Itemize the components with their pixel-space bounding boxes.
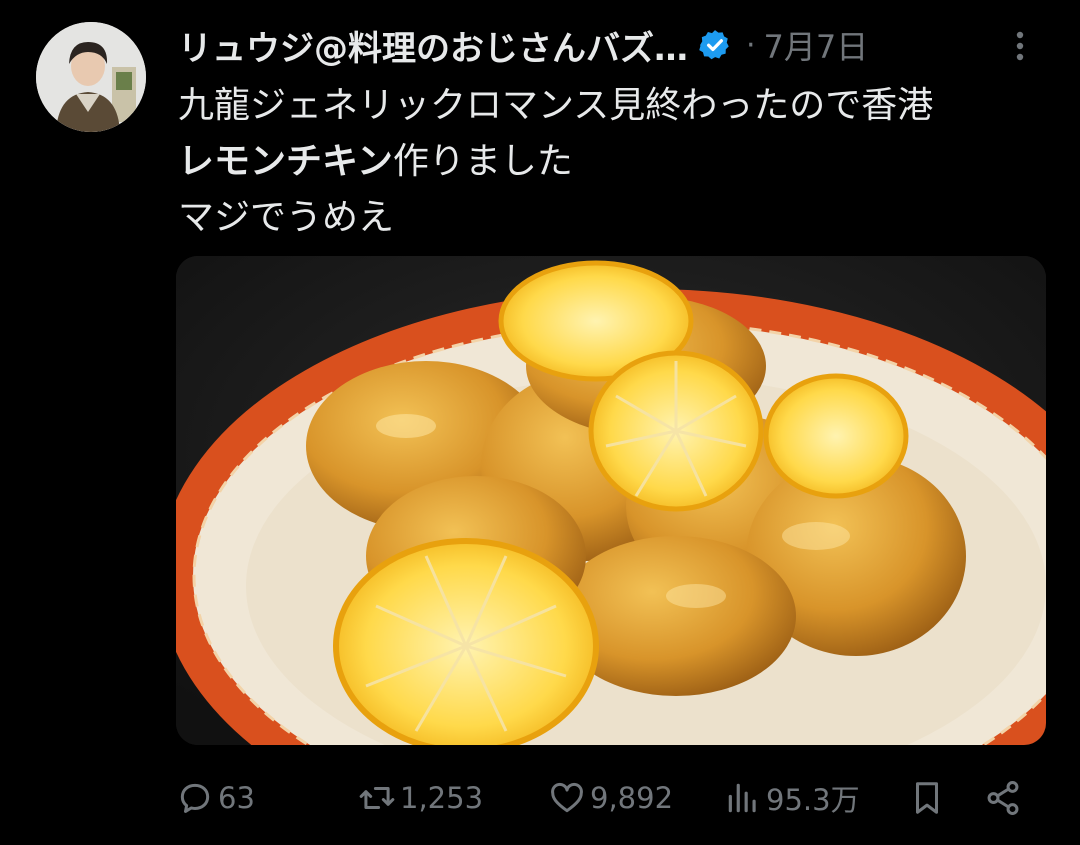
author-avatar[interactable] xyxy=(36,22,146,132)
like-button[interactable]: 9,892 xyxy=(548,775,673,821)
author-display-name[interactable]: リュウジ@料理のおじさんバズ… xyxy=(178,21,688,70)
tweet-text-line: マジでうめえ xyxy=(178,197,395,238)
retweet-count: 1,253 xyxy=(400,781,484,815)
tweet-date[interactable]: 7月7日 xyxy=(764,22,869,68)
verified-badge-icon xyxy=(699,30,729,60)
tweet-text-line: レモンチキン作りました xyxy=(178,134,1038,190)
reply-icon xyxy=(180,783,210,813)
tweet-actions-bar: 63 1,253 9,892 95.3万 xyxy=(176,775,1036,821)
views-button[interactable]: 95.3万 xyxy=(724,775,860,821)
tweet-header: リュウジ@料理のおじさんバズ… · 7月7日 xyxy=(178,20,1048,70)
retweet-button[interactable]: 1,253 xyxy=(358,775,483,821)
views-icon xyxy=(728,783,756,813)
tweet-text-bold: レモンチキン xyxy=(178,141,393,182)
bookmark-icon xyxy=(915,782,939,814)
share-icon xyxy=(987,780,1019,816)
avatar-image xyxy=(36,22,146,132)
heart-icon xyxy=(551,782,583,813)
lemon-chicken-photo xyxy=(176,256,1046,745)
retweet-icon xyxy=(359,786,395,810)
more-options-icon[interactable] xyxy=(1014,28,1026,64)
tweet-text-line: 九龍ジェネリックロマンス見終わったので香港 xyxy=(178,85,934,126)
bookmark-button[interactable] xyxy=(908,775,950,821)
tweet-media-image[interactable] xyxy=(176,256,1046,745)
tweet-text: 九龍ジェネリックロマンス見終わったので香港 レモンチキン作りました マジでうめえ xyxy=(178,78,1038,246)
tweet-text-rest: 作りました xyxy=(392,141,573,182)
reply-count: 63 xyxy=(218,781,255,815)
share-button[interactable] xyxy=(984,775,1026,821)
header-separator: · xyxy=(746,27,756,63)
like-count: 9,892 xyxy=(590,781,674,815)
reply-button[interactable]: 63 xyxy=(176,775,255,821)
views-count: 95.3万 xyxy=(766,783,860,817)
